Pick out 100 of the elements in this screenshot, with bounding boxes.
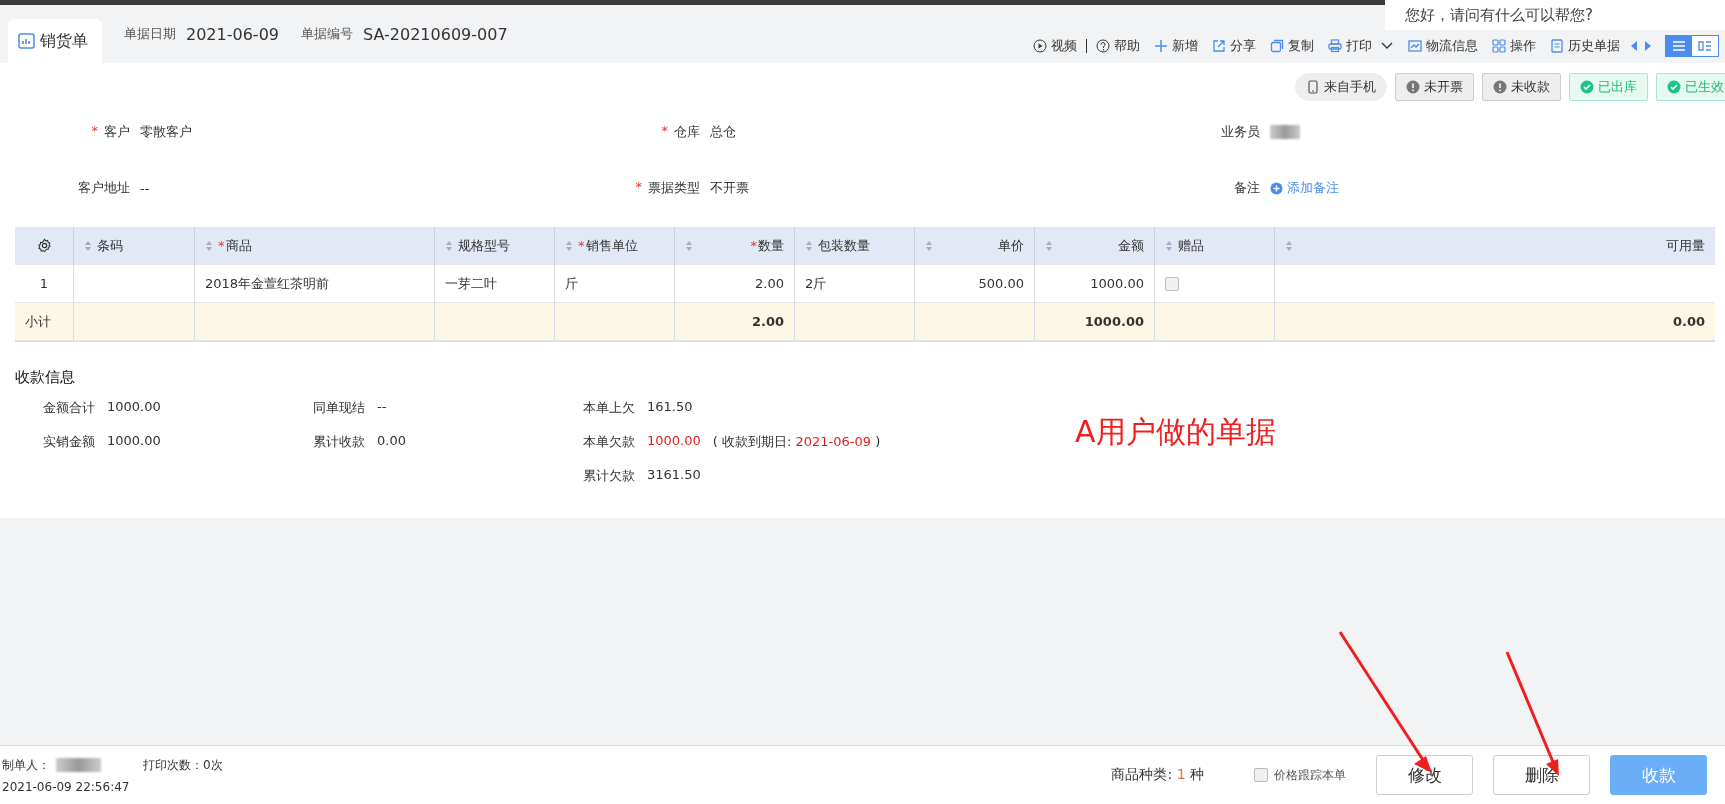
payment-label: 同单现结 [313, 399, 365, 417]
column-header: 规格型号 [458, 236, 510, 255]
toolbar-button[interactable]: 分享 [1207, 37, 1261, 55]
sort-icon[interactable] [205, 239, 213, 252]
sort-icon[interactable] [1165, 239, 1173, 252]
list-icon [1672, 41, 1686, 51]
field-value: 总仓 [710, 123, 736, 141]
payment-value: 1000.00 [107, 433, 161, 450]
payment-label: 金额合计 [43, 399, 95, 417]
column-header: 可用量 [1666, 236, 1705, 255]
payment-label: 本单上欠 [583, 399, 635, 417]
column-header: 商品 [225, 236, 252, 255]
check-icon [1580, 80, 1594, 94]
column-header: 包装数量 [818, 236, 870, 255]
grid-icon [1492, 39, 1506, 53]
payment-value: 3161.50 [647, 467, 701, 484]
next-icon[interactable] [1643, 40, 1653, 52]
status-tag: 已出库 [1569, 73, 1648, 101]
page-title-tab[interactable]: 销货单 [8, 19, 102, 63]
field-label: 业务员 [1221, 123, 1260, 141]
due-date-note: ( 收款到期日: 2021-06-09 ) [712, 433, 881, 451]
payment-value: -- [377, 399, 387, 416]
required-mark: * [661, 123, 668, 140]
card-list-icon [1698, 41, 1712, 51]
plus-icon [1270, 181, 1283, 195]
card-view-button[interactable] [1692, 36, 1718, 56]
sort-icon[interactable] [685, 239, 693, 252]
gift-checkbox[interactable] [1165, 276, 1179, 291]
field-value: 零散客户 [140, 123, 192, 141]
list-view-button[interactable] [1666, 36, 1692, 56]
sort-icon[interactable] [925, 239, 933, 252]
page-title: 销货单 [40, 30, 88, 52]
previous-icon[interactable] [1629, 40, 1639, 52]
sort-icon[interactable] [84, 239, 92, 252]
column-header: 金额 [1118, 236, 1144, 255]
field-label: 仓库 [674, 123, 700, 141]
sort-icon[interactable] [565, 239, 573, 252]
document-icon [1550, 39, 1564, 53]
payment-value: 0.00 [377, 433, 406, 450]
chart-icon [18, 32, 36, 50]
toolbar-button[interactable]: 历史单据 [1545, 37, 1625, 55]
printer-icon [1328, 39, 1342, 53]
price-track-checkbox[interactable]: 价格跟踪本单 [1254, 766, 1346, 784]
chat-bubble: 您好，请问有什么可以帮您? [1385, 0, 1725, 30]
payment-label: 累计欠款 [583, 467, 635, 485]
field-label: 客户地址 [78, 179, 130, 197]
status-tag: 未收款 [1482, 73, 1561, 101]
field-label: 票据类型 [648, 179, 700, 197]
toolbar-button[interactable]: 操作 [1487, 37, 1541, 55]
exclamation-icon [1406, 80, 1420, 94]
chart-icon [1408, 39, 1422, 53]
date-value: 2021-06-09 [186, 24, 279, 44]
column-header: 赠品 [1178, 236, 1204, 255]
maker-label: 制单人： [2, 756, 50, 774]
payment-value: 1000.00 [647, 433, 701, 450]
required-mark: * [218, 238, 225, 253]
status-tag: 已生效 [1656, 73, 1725, 101]
play-icon [1033, 39, 1047, 53]
column-header: 销售单位 [585, 236, 638, 255]
exclamation-icon [1493, 80, 1507, 94]
caret-icon[interactable] [1381, 42, 1393, 50]
phone-icon [1306, 80, 1320, 94]
add-note-link[interactable]: 添加备注 [1270, 179, 1339, 197]
column-header: 数量 [758, 236, 784, 255]
toolbar-button[interactable]: 物流信息 [1403, 37, 1483, 55]
toolbar-button[interactable]: 复制 [1265, 37, 1319, 55]
settings-icon[interactable] [36, 238, 52, 253]
date-label: 单据日期 [124, 25, 176, 43]
sort-icon[interactable] [1045, 239, 1053, 252]
toolbar-button[interactable]: 视频 [1028, 37, 1082, 55]
required-mark: * [578, 238, 585, 253]
sort-icon[interactable] [805, 239, 813, 252]
plus-icon [1154, 39, 1168, 53]
required-mark: * [91, 123, 98, 140]
subtotal-cell: 2.00 [675, 303, 795, 341]
payment-label: 累计收款 [313, 433, 365, 451]
payment-label: 实销金额 [43, 433, 95, 451]
toolbar-button[interactable]: 打印 [1323, 37, 1377, 55]
payment-label: 本单欠款 [583, 433, 635, 451]
required-mark: * [635, 179, 642, 196]
number-label: 单据编号 [301, 25, 353, 43]
payment-value: 1000.00 [107, 399, 161, 416]
subtotal-cell: 1000.00 [1035, 303, 1155, 341]
toolbar-button[interactable]: 新增 [1149, 37, 1203, 55]
payment-value: 161.50 [647, 399, 693, 416]
help-icon [1096, 39, 1110, 53]
share-icon [1212, 39, 1226, 53]
redacted-block [56, 758, 101, 772]
field-value: -- [140, 180, 150, 196]
subtotal-label: 小计 [15, 303, 74, 341]
toolbar-button[interactable]: 帮助 [1091, 37, 1145, 55]
redacted-block [1270, 125, 1300, 139]
column-header: 单价 [998, 236, 1024, 255]
column-header: 条码 [97, 236, 123, 255]
field-value: 不开票 [710, 179, 749, 197]
sort-icon[interactable] [445, 239, 453, 252]
created-time: 2021-06-09 22:56:47 [2, 779, 131, 794]
sort-icon[interactable] [1285, 239, 1293, 252]
product-kinds: 商品种类: 1 种 [1111, 766, 1204, 784]
action-button[interactable]: 修改 [1376, 755, 1473, 795]
